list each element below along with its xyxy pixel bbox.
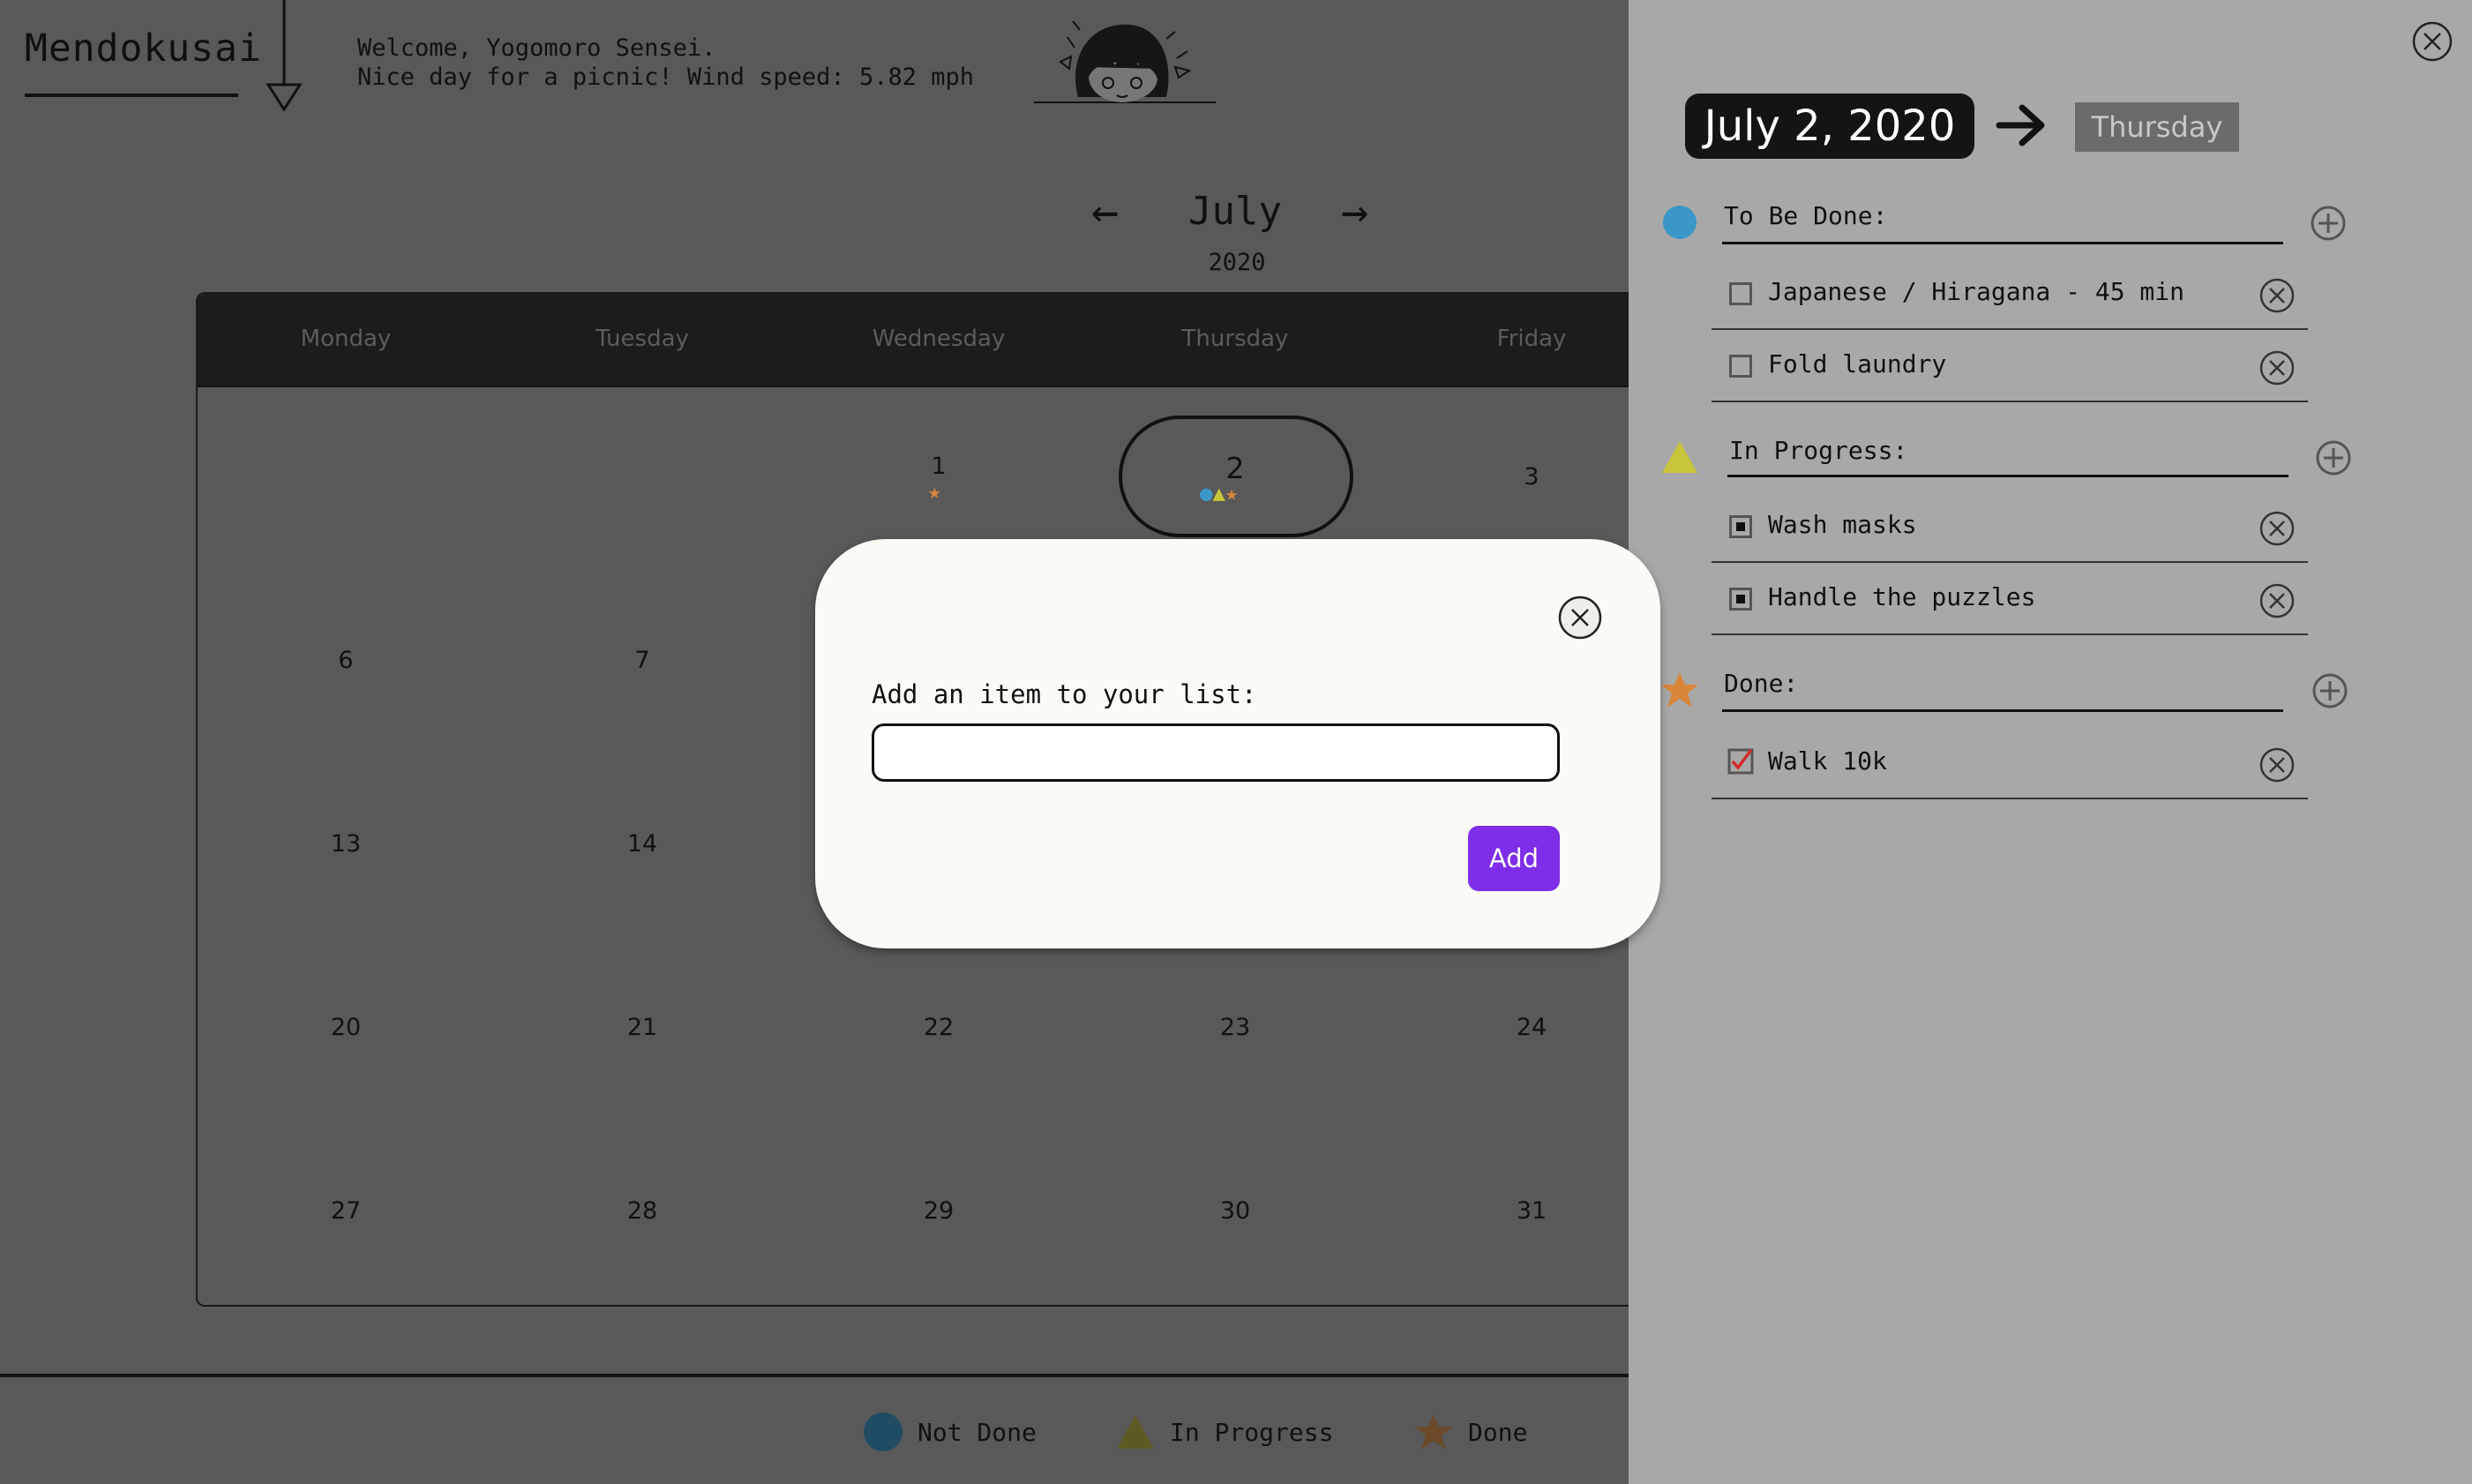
not-done-circle-icon	[864, 1413, 903, 1451]
calendar-day-21[interactable]: 21	[589, 1014, 695, 1041]
weekday-monday: Monday	[300, 326, 392, 352]
calendar-day-29[interactable]: 29	[886, 1197, 992, 1225]
done-star-icon	[1661, 672, 1698, 708]
delete-item-icon[interactable]	[2259, 277, 2296, 314]
add-item-label: Add an item to your list:	[872, 679, 1257, 709]
calendar-day-30[interactable]: 30	[1182, 1197, 1288, 1225]
item-divider	[1712, 561, 2308, 563]
legend-done-label: Done	[1468, 1417, 1528, 1447]
in-progress-item-1: Wash masks	[1768, 510, 1917, 539]
section-underline	[1727, 475, 2288, 477]
legend-done: Done	[1413, 1410, 1527, 1454]
in-progress-item-2: Handle the puzzles	[1768, 582, 2036, 611]
close-modal-icon[interactable]	[1558, 596, 1602, 640]
year-label: 2020	[1208, 249, 1266, 276]
legend-in-progress-label: In Progress	[1170, 1417, 1334, 1447]
weekday-friday: Friday	[1496, 326, 1567, 352]
calendar-day-23[interactable]: 23	[1182, 1014, 1288, 1041]
in-progress-checkbox-1[interactable]	[1729, 515, 1752, 538]
selected-weekday: Thursday	[2075, 102, 2239, 152]
delete-item-icon[interactable]	[2259, 349, 2296, 386]
day-2-status-icons: ●▲★	[1200, 483, 1238, 504]
app-brand[interactable]: Mendokusai	[25, 26, 262, 71]
legend-not-done: Not Done	[863, 1410, 1037, 1454]
todo-checkbox-2[interactable]	[1729, 355, 1752, 378]
done-star-icon	[1414, 1413, 1453, 1450]
todo-checkbox-1[interactable]	[1729, 282, 1752, 305]
done-checkbox-checked-icon[interactable]	[1727, 748, 1754, 775]
calendar-day-3[interactable]: 3	[1479, 463, 1584, 491]
calendar-day-22[interactable]: 22	[886, 1014, 992, 1041]
calendar-day-13[interactable]: 13	[293, 830, 399, 858]
delete-item-icon[interactable]	[2259, 746, 2296, 783]
in-progress-triangle-icon	[1662, 441, 1697, 473]
weekday-wednesday: Wednesday	[872, 326, 1006, 352]
weekday-tuesday: Tuesday	[596, 326, 689, 352]
weekday-thursday: Thursday	[1181, 326, 1289, 352]
delete-item-icon[interactable]	[2259, 510, 2296, 547]
new-item-input[interactable]	[872, 723, 1560, 782]
add-done-plus-icon[interactable]	[2311, 672, 2348, 709]
item-divider	[1712, 798, 2308, 799]
not-done-circle-icon	[1663, 206, 1697, 239]
item-divider	[1712, 633, 2308, 635]
calendar-day-7[interactable]: 7	[589, 647, 695, 674]
add-button[interactable]: Add	[1468, 826, 1560, 891]
footer-divider	[0, 1374, 1629, 1377]
dropdown-arrow-icon[interactable]	[265, 0, 303, 115]
done-item-1: Walk 10k	[1768, 746, 1887, 776]
todo-item-1: Japanese / Hiragana - 45 min	[1768, 277, 2185, 306]
calendar-day-1[interactable]: 1	[886, 453, 992, 480]
calendar-day-6[interactable]: 6	[293, 647, 399, 674]
user-avatar[interactable]	[1034, 12, 1216, 109]
calendar-day-24[interactable]: 24	[1479, 1014, 1584, 1041]
selected-date: July 2, 2020	[1685, 94, 1974, 159]
legend-in-progress: In Progress	[1115, 1410, 1333, 1454]
in-progress-triangle-icon: ▲	[1212, 481, 1225, 506]
arrow-right-icon	[1996, 104, 2045, 146]
next-month-button[interactable]: →	[1341, 185, 1368, 238]
calendar-day-27[interactable]: 27	[293, 1197, 399, 1225]
done-star-icon: ★	[1225, 481, 1239, 506]
section-title-done: Done:	[1724, 669, 1799, 698]
calendar-day-28[interactable]: 28	[589, 1197, 695, 1225]
add-todo-plus-icon[interactable]	[2310, 205, 2347, 242]
welcome-greeting: Welcome, Yogomoro Sensei.	[357, 34, 716, 62]
delete-item-icon[interactable]	[2259, 582, 2296, 619]
todo-item-2: Fold laundry	[1768, 349, 1947, 378]
section-underline	[1722, 242, 2283, 244]
item-divider	[1712, 328, 2308, 330]
add-in-progress-plus-icon[interactable]	[2315, 439, 2352, 476]
weekday-header: Monday Tuesday Wednesday Thursday Friday	[198, 294, 1697, 387]
section-title-to-be-done: To Be Done:	[1724, 201, 1888, 230]
not-done-dot-icon: ●	[1200, 481, 1213, 506]
calendar-day-20[interactable]: 20	[293, 1014, 399, 1041]
month-navigation: ← July →	[1076, 185, 1394, 244]
section-title-in-progress: In Progress:	[1729, 436, 1908, 465]
in-progress-checkbox-2[interactable]	[1729, 588, 1752, 611]
in-progress-triangle-icon	[1117, 1415, 1154, 1449]
day-1-done-star-icon: ★	[928, 479, 941, 504]
close-panel-icon[interactable]	[2412, 21, 2453, 62]
calendar-day-14[interactable]: 14	[589, 830, 695, 858]
legend-not-done-label: Not Done	[918, 1417, 1037, 1447]
section-underline	[1722, 709, 2283, 712]
item-divider	[1712, 401, 2308, 402]
brand-underline	[25, 94, 238, 97]
calendar-day-31[interactable]: 31	[1479, 1197, 1584, 1225]
welcome-message: Welcome, Yogomoro Sensei. Nice day for a…	[357, 34, 974, 92]
weather-message: Nice day for a picnic! Wind speed: 5.82 …	[357, 64, 974, 91]
